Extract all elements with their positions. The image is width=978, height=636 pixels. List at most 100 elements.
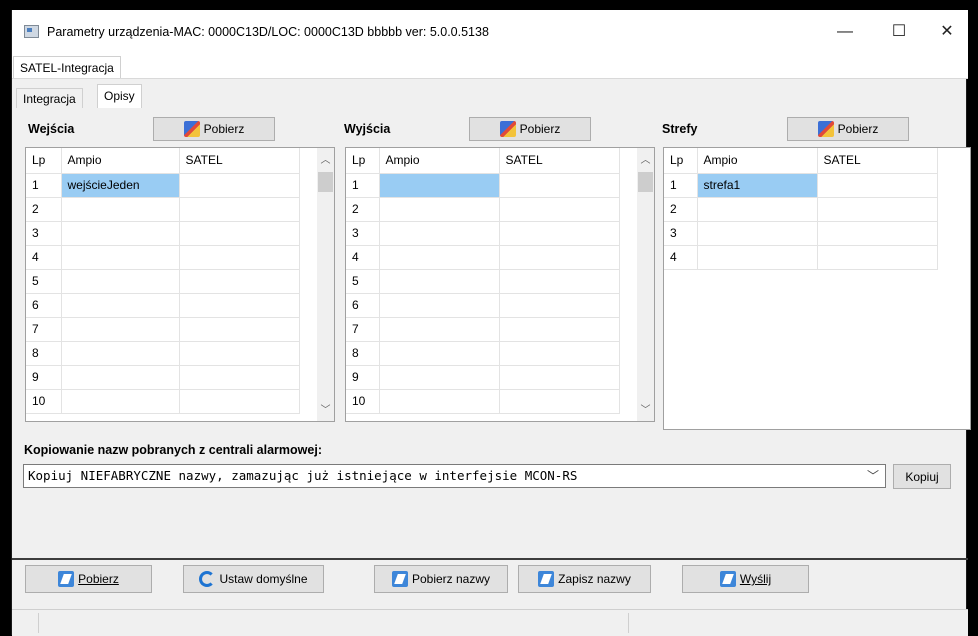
strefy-pobierz-button[interactable]: Pobierz: [787, 117, 909, 141]
table-row[interactable]: 1 wejścieJeden: [26, 173, 300, 198]
table-cell[interactable]: [499, 221, 620, 246]
table-row[interactable]: 4: [664, 245, 938, 270]
table-cell[interactable]: [179, 269, 300, 294]
table-cell[interactable]: wejścieJeden: [61, 173, 180, 198]
column-header[interactable]: Lp: [664, 148, 698, 174]
tab-integracja[interactable]: Integracja: [16, 88, 83, 108]
maximize-button[interactable]: ☐: [876, 18, 922, 46]
table-row[interactable]: 7: [346, 317, 620, 342]
table-row[interactable]: 7: [26, 317, 300, 342]
column-header[interactable]: SATEL: [817, 148, 938, 174]
table-cell[interactable]: 6: [346, 293, 380, 318]
column-header[interactable]: SATEL: [499, 148, 620, 174]
table-cell[interactable]: 9: [346, 365, 380, 390]
wyslij-button[interactable]: Wyślij: [682, 565, 809, 593]
wejscia-pobierz-button[interactable]: Pobierz: [153, 117, 275, 141]
table-cell[interactable]: 3: [26, 221, 62, 246]
table-row[interactable]: 5: [26, 269, 300, 294]
table-cell[interactable]: 9: [26, 365, 62, 390]
table-cell[interactable]: [61, 389, 180, 414]
table-row[interactable]: 2: [346, 197, 620, 222]
column-header[interactable]: SATEL: [179, 148, 300, 174]
table-cell[interactable]: [379, 173, 500, 198]
table-cell[interactable]: [817, 197, 938, 222]
table-cell[interactable]: [61, 341, 180, 366]
table-cell[interactable]: [61, 293, 180, 318]
table-cell[interactable]: [499, 269, 620, 294]
table-cell[interactable]: [379, 365, 500, 390]
copy-button[interactable]: Kopiuj: [893, 464, 951, 489]
table-row[interactable]: 2: [664, 197, 938, 222]
table-cell[interactable]: [499, 317, 620, 342]
scroll-thumb[interactable]: [318, 172, 333, 192]
close-button[interactable]: ✕: [924, 18, 970, 46]
column-header[interactable]: Ampio: [697, 148, 818, 174]
table-cell[interactable]: 6: [26, 293, 62, 318]
table-cell[interactable]: [179, 389, 300, 414]
table-cell[interactable]: [179, 245, 300, 270]
table-cell[interactable]: [61, 221, 180, 246]
table-cell[interactable]: [179, 221, 300, 246]
scroll-up-icon[interactable]: ︿: [317, 152, 334, 169]
table-cell[interactable]: [379, 389, 500, 414]
table-cell[interactable]: [817, 221, 938, 246]
table-cell[interactable]: [379, 317, 500, 342]
wyjscia-grid[interactable]: Lp Ampio SATEL 1 2 3 4 5 6 7 8 9 10 ︿ ﹀: [345, 147, 655, 422]
table-cell[interactable]: 8: [26, 341, 62, 366]
table-cell[interactable]: 2: [346, 197, 380, 222]
ustaw-domyslne-button[interactable]: Ustaw domyślne: [183, 565, 324, 593]
table-cell[interactable]: [379, 221, 500, 246]
table-cell[interactable]: [61, 245, 180, 270]
table-row[interactable]: 4: [26, 245, 300, 270]
table-cell[interactable]: 4: [664, 245, 698, 270]
table-cell[interactable]: [499, 197, 620, 222]
table-cell[interactable]: [379, 341, 500, 366]
column-header[interactable]: Lp: [346, 148, 380, 174]
zapisz-nazwy-button[interactable]: Zapisz nazwy: [518, 565, 651, 593]
table-cell[interactable]: [499, 245, 620, 270]
table-row[interactable]: 3: [26, 221, 300, 246]
table-row[interactable]: 5: [346, 269, 620, 294]
table-cell[interactable]: 10: [26, 389, 62, 414]
table-row[interactable]: 6: [346, 293, 620, 318]
table-cell[interactable]: 1: [26, 173, 62, 198]
wejscia-grid[interactable]: Lp Ampio SATEL 1 wejścieJeden 2 3 4 5 6 7 8 9 10 ︿ ﹀: [25, 147, 335, 422]
table-cell[interactable]: 7: [346, 317, 380, 342]
table-row[interactable]: 8: [26, 341, 300, 366]
scroll-thumb[interactable]: [638, 172, 653, 192]
table-row[interactable]: 4: [346, 245, 620, 270]
table-row[interactable]: 8: [346, 341, 620, 366]
table-cell[interactable]: [499, 173, 620, 198]
table-cell[interactable]: 3: [664, 221, 698, 246]
table-cell[interactable]: [179, 341, 300, 366]
column-header[interactable]: Lp: [26, 148, 62, 174]
table-cell[interactable]: 4: [346, 245, 380, 270]
table-cell[interactable]: 5: [346, 269, 380, 294]
table-row[interactable]: 3: [664, 221, 938, 246]
table-cell[interactable]: [61, 197, 180, 222]
table-cell[interactable]: [697, 221, 818, 246]
table-cell[interactable]: [379, 197, 500, 222]
table-cell[interactable]: 3: [346, 221, 380, 246]
table-cell[interactable]: [379, 269, 500, 294]
table-cell[interactable]: [61, 317, 180, 342]
wyjscia-pobierz-button[interactable]: Pobierz: [469, 117, 591, 141]
table-cell[interactable]: [61, 365, 180, 390]
table-cell[interactable]: 5: [26, 269, 62, 294]
table-cell[interactable]: [379, 293, 500, 318]
table-cell[interactable]: [61, 269, 180, 294]
table-row[interactable]: 1: [346, 173, 620, 198]
tab-satel-integracja[interactable]: SATEL-Integracja: [13, 56, 121, 78]
wejscia-scrollbar[interactable]: ︿ ﹀: [317, 148, 334, 421]
table-row[interactable]: 9: [26, 365, 300, 390]
table-cell[interactable]: [817, 245, 938, 270]
table-cell[interactable]: [697, 197, 818, 222]
table-cell[interactable]: [179, 173, 300, 198]
table-row[interactable]: 9: [346, 365, 620, 390]
copy-mode-select[interactable]: Kopiuj NIEFABRYCZNE nazwy, zamazując już…: [23, 464, 886, 488]
scroll-down-icon[interactable]: ﹀: [637, 402, 654, 419]
table-row[interactable]: 1 strefa1: [664, 173, 938, 198]
table-cell[interactable]: [697, 245, 818, 270]
table-cell[interactable]: 4: [26, 245, 62, 270]
table-row[interactable]: 6: [26, 293, 300, 318]
